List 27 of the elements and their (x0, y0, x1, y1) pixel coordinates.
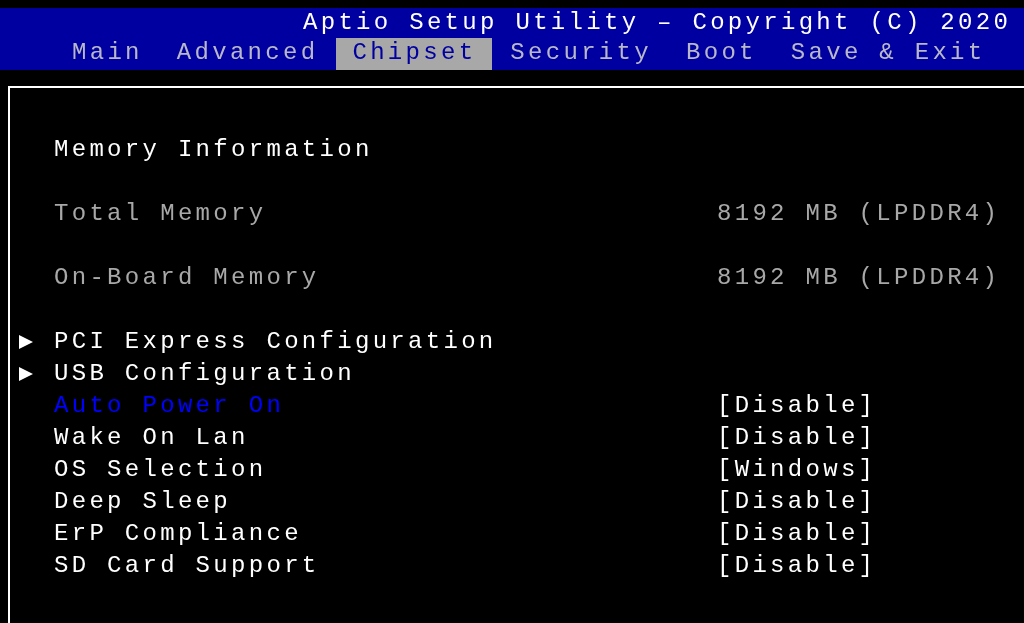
setting-value[interactable]: [Disable] (717, 390, 1024, 422)
setting-label[interactable]: Deep Sleep (54, 486, 717, 518)
menu-tab[interactable]: Boot (670, 38, 773, 70)
setting-label[interactable]: Wake On Lan (54, 422, 717, 454)
menu-tab[interactable]: Advanced (160, 38, 335, 70)
menu-tab[interactable]: Main (56, 38, 159, 70)
setting-value[interactable]: [Disable] (717, 550, 1024, 582)
section-heading: Memory Information (54, 135, 374, 165)
arrow-icon (18, 366, 34, 382)
setting-value[interactable]: [Disable] (717, 518, 1024, 550)
setting-value[interactable]: [Disable] (717, 486, 1024, 518)
info-label: Total Memory (54, 199, 268, 229)
menu-tab[interactable]: Chipset (336, 38, 493, 70)
info-value: 8192 MB (LPDDR4) (717, 199, 1002, 229)
menu-tab[interactable]: Save & Exit (774, 38, 1002, 70)
info-value: 8192 MB (LPDDR4) (717, 263, 1002, 293)
arrow-icon (18, 334, 34, 350)
setting-value[interactable]: [Disable] (717, 422, 1024, 454)
setting-label[interactable]: OS Selection (54, 454, 717, 486)
menu-tab[interactable]: Security (494, 38, 668, 70)
window-title: Aptio Setup Utility – Copyright (C) 2020 (302, 8, 1013, 38)
setting-value[interactable]: [Windows] (717, 454, 1024, 486)
info-label: On-Board Memory (54, 263, 321, 293)
submenu-item[interactable]: USB Configuration (54, 358, 717, 392)
setting-label[interactable]: SD Card Support (54, 550, 717, 582)
setting-label[interactable]: ErP Compliance (54, 518, 717, 550)
submenu-item[interactable]: PCI Express Configuration (54, 326, 717, 360)
